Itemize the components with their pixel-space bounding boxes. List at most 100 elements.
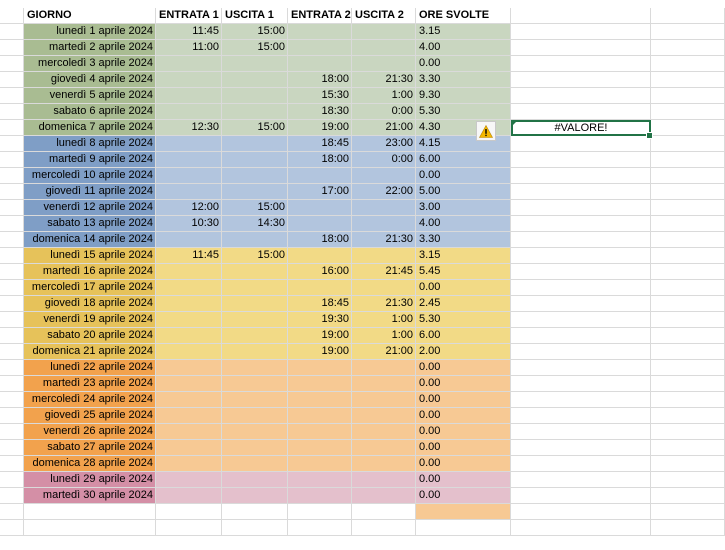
row-spacer-cell[interactable]	[0, 72, 24, 88]
ore-svolte-cell[interactable]: 4.00	[416, 40, 511, 56]
ore-svolte-cell[interactable]: 0.00	[416, 440, 511, 456]
empty-cell[interactable]	[651, 24, 725, 40]
empty-cell[interactable]	[651, 344, 725, 360]
giorno-cell[interactable]: lunedì 8 aprile 2024	[24, 136, 156, 152]
ore-svolte-cell[interactable]: 5.45	[416, 264, 511, 280]
giorno-cell[interactable]: mercoledì 3 aprile 2024	[24, 56, 156, 72]
row-spacer-cell[interactable]	[0, 424, 24, 440]
empty-cell[interactable]	[651, 104, 725, 120]
empty-cell[interactable]	[651, 152, 725, 168]
uscita-1-cell[interactable]	[222, 56, 288, 72]
row-spacer-cell[interactable]	[0, 104, 24, 120]
ore-svolte-cell[interactable]: 0.00	[416, 472, 511, 488]
row-spacer-cell[interactable]	[0, 312, 24, 328]
row-spacer-cell[interactable]	[0, 360, 24, 376]
giorno-cell[interactable]: sabato 27 aprile 2024	[24, 440, 156, 456]
empty-cell[interactable]	[651, 184, 725, 200]
row-spacer-cell[interactable]	[0, 264, 24, 280]
ore-svolte-cell[interactable]: 3.15	[416, 24, 511, 40]
row-spacer-cell[interactable]	[0, 232, 24, 248]
empty-cell[interactable]	[24, 504, 156, 520]
row-spacer-cell[interactable]	[0, 120, 24, 136]
uscita-1-cell[interactable]	[222, 360, 288, 376]
ore-svolte-cell[interactable]: 0.00	[416, 280, 511, 296]
empty-cell[interactable]	[511, 456, 651, 472]
entrata-2-cell[interactable]	[288, 216, 352, 232]
uscita-2-cell[interactable]: 21:00	[352, 344, 416, 360]
uscita-2-cell[interactable]: 1:00	[352, 328, 416, 344]
uscita-1-cell[interactable]	[222, 424, 288, 440]
empty-cell[interactable]	[651, 408, 725, 424]
entrata-1-cell[interactable]: 11:45	[156, 248, 222, 264]
empty-cell[interactable]	[156, 520, 222, 536]
empty-cell[interactable]	[511, 8, 651, 24]
entrata-2-cell[interactable]	[288, 488, 352, 504]
fill-handle[interactable]	[646, 132, 653, 139]
uscita-2-cell[interactable]	[352, 40, 416, 56]
empty-cell[interactable]	[511, 248, 651, 264]
entrata-2-cell[interactable]: 19:00	[288, 120, 352, 136]
uscita-2-cell[interactable]	[352, 440, 416, 456]
empty-cell[interactable]	[651, 40, 725, 56]
entrata-1-cell[interactable]	[156, 456, 222, 472]
uscita-1-cell[interactable]: 14:30	[222, 216, 288, 232]
ore-svolte-cell[interactable]: 0.00	[416, 488, 511, 504]
row-spacer-cell[interactable]	[0, 488, 24, 504]
entrata-2-cell[interactable]: 18:00	[288, 152, 352, 168]
entrata-2-cell[interactable]: 19:30	[288, 312, 352, 328]
giorno-cell[interactable]: venerdì 12 aprile 2024	[24, 200, 156, 216]
empty-cell[interactable]	[651, 8, 725, 24]
entrata-2-cell[interactable]	[288, 56, 352, 72]
empty-cell[interactable]	[288, 520, 352, 536]
empty-cell[interactable]	[511, 504, 651, 520]
empty-cell[interactable]	[352, 504, 416, 520]
empty-cell[interactable]	[222, 504, 288, 520]
entrata-1-cell[interactable]: 11:00	[156, 40, 222, 56]
empty-cell[interactable]	[511, 56, 651, 72]
giorno-cell[interactable]: mercoledì 24 aprile 2024	[24, 392, 156, 408]
empty-cell[interactable]	[651, 504, 725, 520]
empty-cell[interactable]	[651, 472, 725, 488]
row-spacer-cell[interactable]	[0, 392, 24, 408]
uscita-2-cell[interactable]: 21:45	[352, 264, 416, 280]
row-spacer-cell[interactable]	[0, 296, 24, 312]
entrata-1-cell[interactable]	[156, 312, 222, 328]
empty-cell[interactable]	[651, 376, 725, 392]
entrata-2-cell[interactable]	[288, 392, 352, 408]
empty-cell[interactable]	[651, 216, 725, 232]
entrata-1-cell[interactable]	[156, 152, 222, 168]
ore-svolte-cell[interactable]: 0.00	[416, 456, 511, 472]
uscita-1-cell[interactable]: 15:00	[222, 248, 288, 264]
uscita-1-cell[interactable]: 15:00	[222, 24, 288, 40]
entrata-2-cell[interactable]	[288, 168, 352, 184]
uscita-1-cell[interactable]	[222, 168, 288, 184]
ore-svolte-cell[interactable]: 5.30	[416, 104, 511, 120]
uscita-2-cell[interactable]	[352, 408, 416, 424]
empty-cell[interactable]	[511, 136, 651, 152]
uscita-2-cell[interactable]	[352, 360, 416, 376]
entrata-2-cell[interactable]: 18:00	[288, 232, 352, 248]
uscita-1-cell[interactable]: 15:00	[222, 200, 288, 216]
row-spacer-cell[interactable]	[0, 408, 24, 424]
giorno-cell[interactable]: lunedì 1 aprile 2024	[24, 24, 156, 40]
uscita-2-cell[interactable]	[352, 488, 416, 504]
row-spacer-cell[interactable]	[0, 200, 24, 216]
giorno-cell[interactable]: martedì 23 aprile 2024	[24, 376, 156, 392]
entrata-1-cell[interactable]	[156, 56, 222, 72]
uscita-1-cell[interactable]	[222, 232, 288, 248]
uscita-2-cell[interactable]	[352, 24, 416, 40]
uscita-2-cell[interactable]: 21:30	[352, 72, 416, 88]
empty-cell[interactable]	[511, 72, 651, 88]
entrata-2-cell[interactable]	[288, 360, 352, 376]
empty-cell[interactable]	[511, 408, 651, 424]
row-spacer-cell[interactable]	[0, 8, 24, 24]
entrata-2-cell[interactable]	[288, 440, 352, 456]
empty-cell[interactable]	[511, 280, 651, 296]
empty-cell[interactable]	[511, 472, 651, 488]
uscita-2-cell[interactable]	[352, 472, 416, 488]
ore-svolte-cell[interactable]: 2.45	[416, 296, 511, 312]
row-spacer-cell[interactable]	[0, 280, 24, 296]
ore-svolte-cell[interactable]: 3.00	[416, 200, 511, 216]
empty-cell[interactable]	[511, 392, 651, 408]
empty-cell[interactable]	[651, 312, 725, 328]
